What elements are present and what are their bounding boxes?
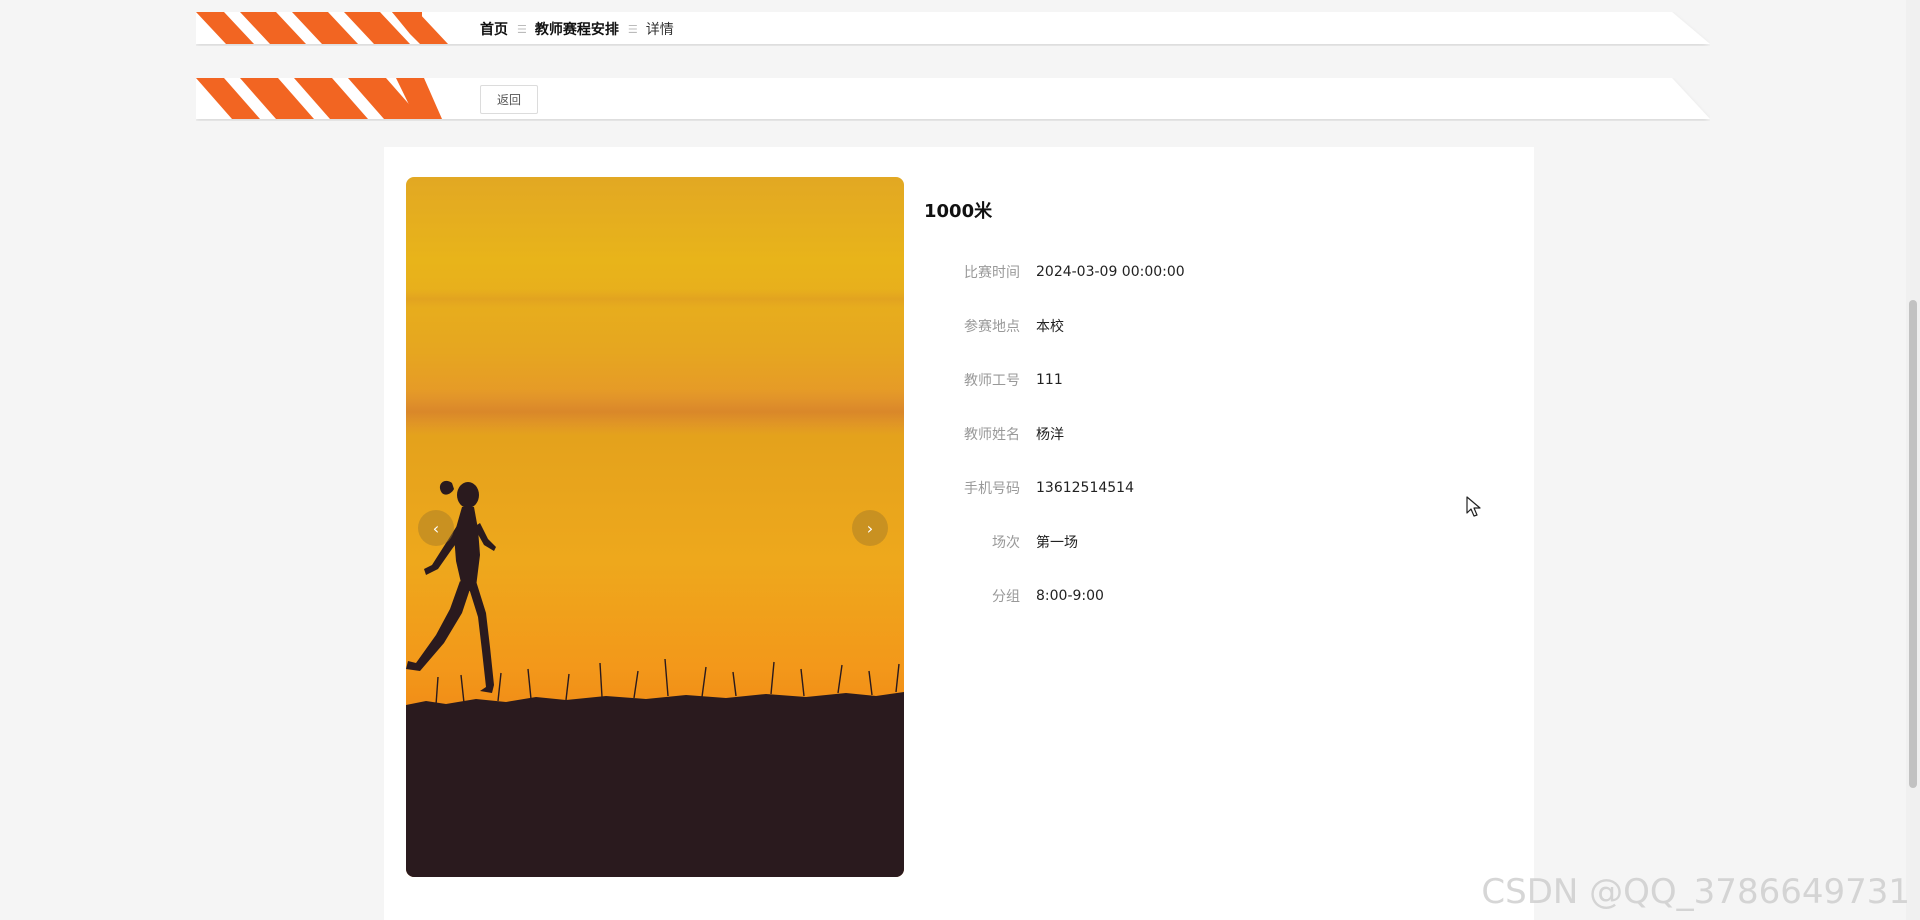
field-value: 杨洋 <box>1036 427 1064 443</box>
page-scrollbar[interactable] <box>1906 0 1920 920</box>
field-value: 本校 <box>1036 319 1064 335</box>
field-value: 2024-03-09 00:00:00 <box>1036 264 1185 280</box>
detail-info: 1000米 比赛时间 2024-03-09 00:00:00 参赛地点 本校 教… <box>924 197 1484 623</box>
action-bar-content: 返回 <box>480 78 539 121</box>
mouse-cursor-icon <box>1466 496 1481 517</box>
field-label: 比赛时间 <box>964 265 1020 281</box>
field-row-teacher-name: 教师姓名 杨洋 <box>924 407 1484 461</box>
field-value: 13612514514 <box>1036 480 1134 496</box>
field-label: 教师工号 <box>964 373 1020 389</box>
runner-sunset-image <box>406 177 904 877</box>
field-value: 111 <box>1036 372 1063 388</box>
event-title: 1000米 <box>924 201 993 222</box>
image-carousel[interactable]: ‹ › <box>406 177 904 877</box>
carousel-next-icon[interactable]: › <box>852 510 888 546</box>
action-bar-background <box>196 78 1710 119</box>
breadcrumb-separator-icon: ☰ <box>627 22 638 36</box>
field-label: 参赛地点 <box>964 319 1020 335</box>
field-row-match-time: 比赛时间 2024-03-09 00:00:00 <box>924 245 1484 299</box>
field-row-session: 场次 第一场 <box>924 515 1484 569</box>
field-row-phone: 手机号码 13612514514 <box>924 461 1484 515</box>
breadcrumb-separator-icon: ☰ <box>517 22 527 36</box>
back-button[interactable]: 返回 <box>480 85 539 114</box>
breadcrumb-bar-background <box>196 12 1710 44</box>
carousel-prev-icon[interactable]: ‹ <box>418 510 454 546</box>
field-value: 8:00-9:00 <box>1036 588 1104 604</box>
field-label: 场次 <box>992 535 1020 551</box>
action-bar: 返回 <box>196 78 1710 121</box>
breadcrumb-current: 详情 <box>645 22 674 38</box>
breadcrumb: 首页 ☰ 教师赛程安排 ☰ 详情 <box>480 12 674 46</box>
breadcrumb-bar: 首页 ☰ 教师赛程安排 ☰ 详情 <box>196 12 1710 46</box>
field-label: 分组 <box>992 589 1020 605</box>
breadcrumb-home[interactable]: 首页 <box>480 19 508 39</box>
detail-card: ‹ › 1000米 比赛时间 2024-03-09 00:00:00 参赛地点 … <box>384 147 1534 920</box>
field-row-venue: 参赛地点 本校 <box>924 299 1484 353</box>
field-row-teacher-id: 教师工号 111 <box>924 353 1484 407</box>
page: 首页 ☰ 教师赛程安排 ☰ 详情 返回 ‹ › 1000米 比赛时间 2024-… <box>0 0 1920 920</box>
field-value: 第一场 <box>1036 535 1078 551</box>
field-label: 教师姓名 <box>964 427 1020 443</box>
scrollbar-thumb[interactable] <box>1909 300 1917 788</box>
breadcrumb-section[interactable]: 教师赛程安排 <box>535 19 619 39</box>
watermark: CSDN @QQ_3786649731 <box>1481 872 1910 912</box>
field-label: 手机号码 <box>964 481 1020 497</box>
field-row-group: 分组 8:00-9:00 <box>924 569 1484 623</box>
